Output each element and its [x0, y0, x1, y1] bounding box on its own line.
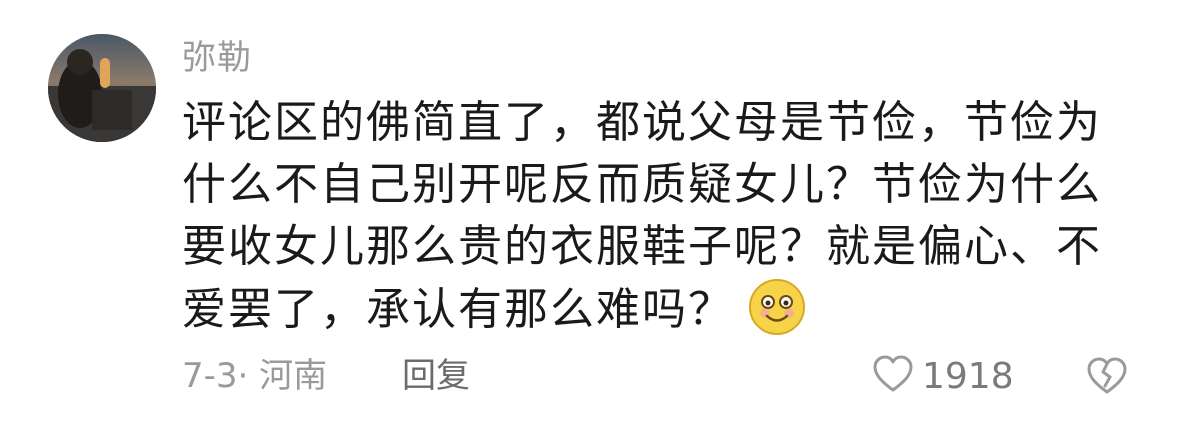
comment-body: 评论区的佛简直了，都说父母是节俭，节俭为什么不自己别开呢反而质疑女儿？节俭为什么…	[182, 92, 1112, 353]
comment-text: 评论区的佛简直了，都说父母是节俭，节俭为什么不自己别开呢反而质疑女儿？节俭为什么…	[182, 97, 1102, 335]
comment-card: 弥勒 评论区的佛简直了，都说父母是节俭，节俭为什么不自己别开呢反而质疑女儿？节俭…	[0, 0, 1179, 422]
avatar-image	[48, 34, 156, 142]
avatar[interactable]	[48, 34, 156, 142]
like-button[interactable]: 1918	[872, 352, 1014, 400]
username[interactable]: 弥勒	[182, 36, 252, 80]
comment-meta: 7-3· 河南	[182, 356, 328, 396]
heart-outline-icon[interactable]	[872, 354, 914, 398]
smile-emoji-icon	[748, 278, 806, 353]
reply-button[interactable]: 回复	[402, 354, 470, 398]
broken-heart-outline-icon[interactable]	[1086, 355, 1128, 401]
like-count: 1918	[922, 355, 1014, 397]
